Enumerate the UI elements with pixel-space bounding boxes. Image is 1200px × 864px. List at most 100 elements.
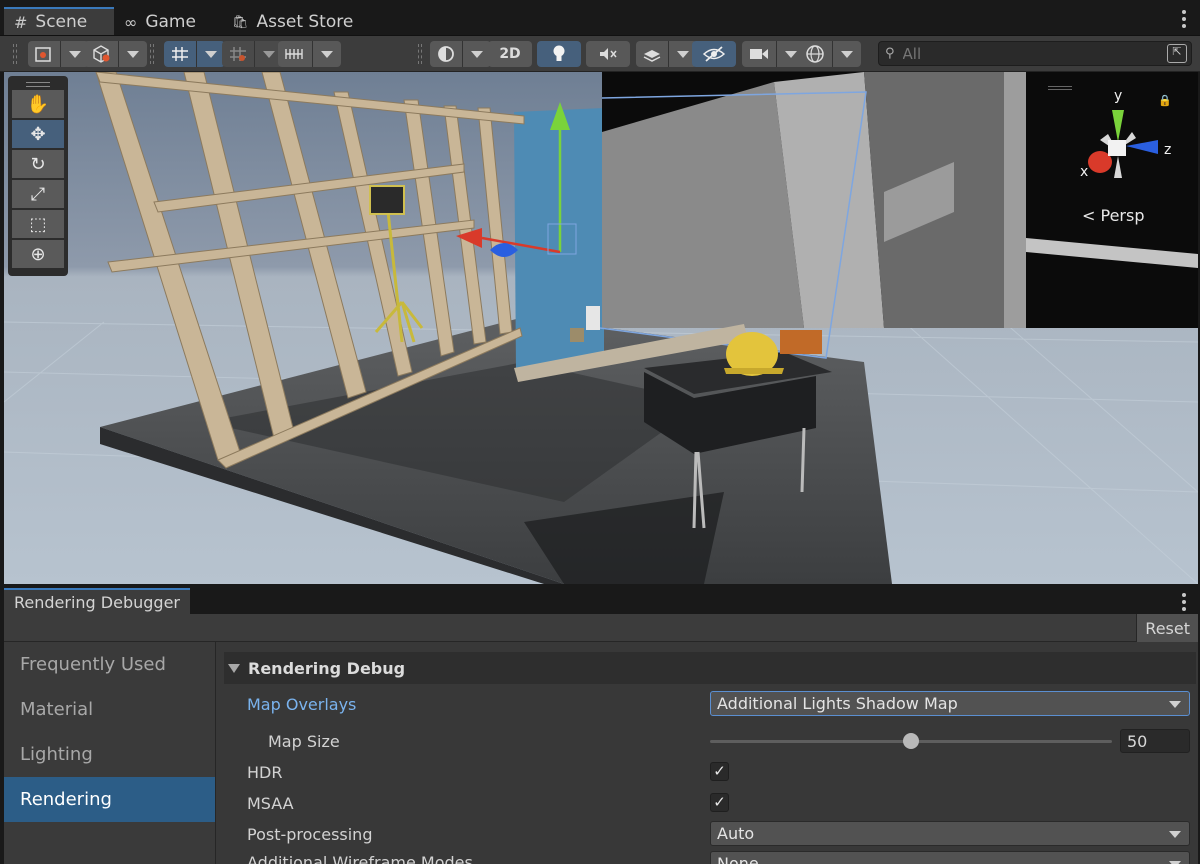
post-processing-value: Auto — [717, 824, 755, 843]
shading-group — [430, 40, 491, 68]
post-processing-label: Post-processing — [247, 825, 373, 844]
move-tool[interactable]: ✥ — [12, 120, 64, 148]
shadow-map-pillar — [1004, 72, 1026, 328]
increment-snap-dropdown[interactable] — [313, 41, 341, 67]
scene-search-field[interactable]: ⚲ ⇱ — [878, 41, 1192, 66]
hdr-checkbox[interactable]: ✓ — [710, 762, 729, 781]
cube-icon — [93, 45, 110, 63]
snap-button[interactable] — [222, 41, 255, 67]
hand-tool[interactable]: ✋ — [12, 90, 64, 118]
map-overlays-label: Map Overlays — [247, 695, 357, 714]
effects-button[interactable] — [636, 41, 669, 67]
camera-settings-button[interactable] — [742, 41, 777, 67]
gizmos-button[interactable] — [798, 41, 833, 67]
toolbar-handle[interactable] — [150, 44, 154, 64]
chevron-down-icon — [69, 50, 81, 58]
camera-icon — [750, 49, 768, 59]
projection-toggle[interactable]: < Persp — [1082, 206, 1145, 225]
lock-icon[interactable]: 🔒 — [1158, 94, 1172, 107]
grid-toggle-button[interactable] — [164, 41, 197, 67]
eye-hidden-icon — [702, 46, 726, 62]
scale-icon: ⤢ — [30, 183, 46, 205]
scene-viewport[interactable] — [4, 72, 1198, 584]
snap-grid-icon — [230, 47, 246, 61]
toggle-2d-button[interactable]: 2D — [488, 41, 532, 67]
hard-hat-brim — [724, 368, 784, 374]
sidebar-item-frequently-used[interactable]: Frequently Used — [4, 642, 215, 687]
shopping-bag-icon: 🛍 — [232, 14, 249, 30]
map-size-slider-knob[interactable] — [903, 733, 919, 749]
scene-menu-icon[interactable] — [1182, 10, 1186, 28]
hdr-label: HDR — [247, 763, 283, 782]
scene-search-input[interactable] — [902, 44, 1143, 63]
increment-snap-group — [278, 40, 341, 68]
rendering-debug-foldout[interactable]: Rendering Debug — [224, 652, 1196, 684]
map-overlays-dropdown[interactable]: Additional Lights Shadow Map — [710, 691, 1190, 716]
chevron-down-icon — [1169, 831, 1181, 838]
grid-dropdown[interactable] — [197, 41, 225, 67]
msaa-label: MSAA — [247, 794, 294, 813]
draw-mode-button[interactable] — [28, 41, 61, 67]
work-light-head — [369, 185, 405, 215]
wireframe-modes-dropdown[interactable]: None — [710, 851, 1190, 864]
grid-snap-group — [164, 40, 225, 68]
lighting-toggle-button[interactable] — [537, 41, 581, 67]
debugger-header: Reset — [4, 614, 1198, 642]
post-processing-dropdown[interactable]: Auto — [710, 821, 1190, 846]
shading-mode-button[interactable] — [430, 41, 463, 67]
overlay-grip[interactable] — [12, 80, 64, 90]
transform-tool[interactable]: ⊕ — [12, 240, 64, 268]
debugger-menu-icon[interactable] — [1182, 593, 1186, 611]
gizmos-dropdown[interactable] — [833, 41, 861, 67]
gamepad-icon: ∞ — [124, 12, 138, 32]
msaa-checkbox[interactable]: ✓ — [710, 793, 729, 812]
scene-grid-icon: # — [14, 12, 28, 32]
scene-render — [4, 72, 1198, 584]
increment-snap-button[interactable] — [278, 41, 313, 67]
mode-2d-group: 2D — [488, 40, 532, 68]
paint-can — [586, 306, 600, 330]
pick-mode-icon[interactable]: ⇱ — [1167, 44, 1187, 63]
tab-rendering-debugger[interactable]: Rendering Debugger — [4, 588, 190, 614]
tab-asset-store-label: Asset Store — [256, 12, 354, 32]
gizmos-group — [798, 40, 861, 68]
effects-group — [636, 40, 697, 68]
search-icon: ⚲ — [885, 46, 895, 61]
gizmo-x-label: x — [1080, 164, 1088, 180]
draw-mode-icon — [35, 47, 51, 62]
map-overlays-value: Additional Lights Shadow Map — [717, 694, 958, 713]
scale-tool[interactable]: ⤢ — [12, 180, 64, 208]
render-mode-dropdown[interactable] — [119, 41, 147, 67]
sidebar-item-material[interactable]: Material — [4, 687, 215, 732]
shading-mode-dropdown[interactable] — [463, 41, 491, 67]
gizmo-center-cube — [1108, 140, 1126, 156]
chevron-down-icon — [263, 50, 275, 58]
rotate-tool[interactable]: ↻ — [12, 150, 64, 178]
scene-visibility-button[interactable] — [692, 41, 736, 67]
layers-icon — [643, 50, 661, 62]
tab-scene[interactable]: # Scene — [4, 7, 114, 35]
gizmo-y-label: y — [1114, 88, 1122, 104]
reset-button[interactable]: Reset — [1136, 614, 1198, 642]
power-tool-case — [780, 330, 822, 354]
toolbar-handle[interactable] — [13, 44, 17, 64]
sidebar-item-lighting[interactable]: Lighting — [4, 732, 215, 777]
speaker-muted-icon — [600, 48, 617, 60]
overlay-grip[interactable] — [1048, 86, 1072, 90]
tab-game[interactable]: ∞ Game — [114, 8, 220, 36]
chevron-left-icon: < — [1082, 206, 1096, 225]
wireframe-modes-value: None — [717, 854, 759, 864]
rect-icon: ⬚ — [29, 213, 47, 235]
transform-icon: ⊕ — [30, 243, 46, 265]
gizmo-globe-icon — [806, 45, 824, 63]
rect-tool[interactable]: ⬚ — [12, 210, 64, 238]
tab-scene-label: Scene — [35, 12, 88, 32]
toolbar-handle[interactable] — [418, 44, 422, 64]
audio-toggle-button[interactable] — [586, 41, 630, 67]
sidebar-item-rendering[interactable]: Rendering — [4, 777, 215, 822]
map-size-field[interactable]: 50 — [1120, 729, 1190, 753]
tab-asset-store[interactable]: 🛍 Asset Store — [222, 8, 374, 36]
move-arrows-icon: ✥ — [30, 123, 46, 145]
lightbulb-icon — [553, 45, 565, 61]
render-mode-button[interactable] — [84, 41, 119, 67]
